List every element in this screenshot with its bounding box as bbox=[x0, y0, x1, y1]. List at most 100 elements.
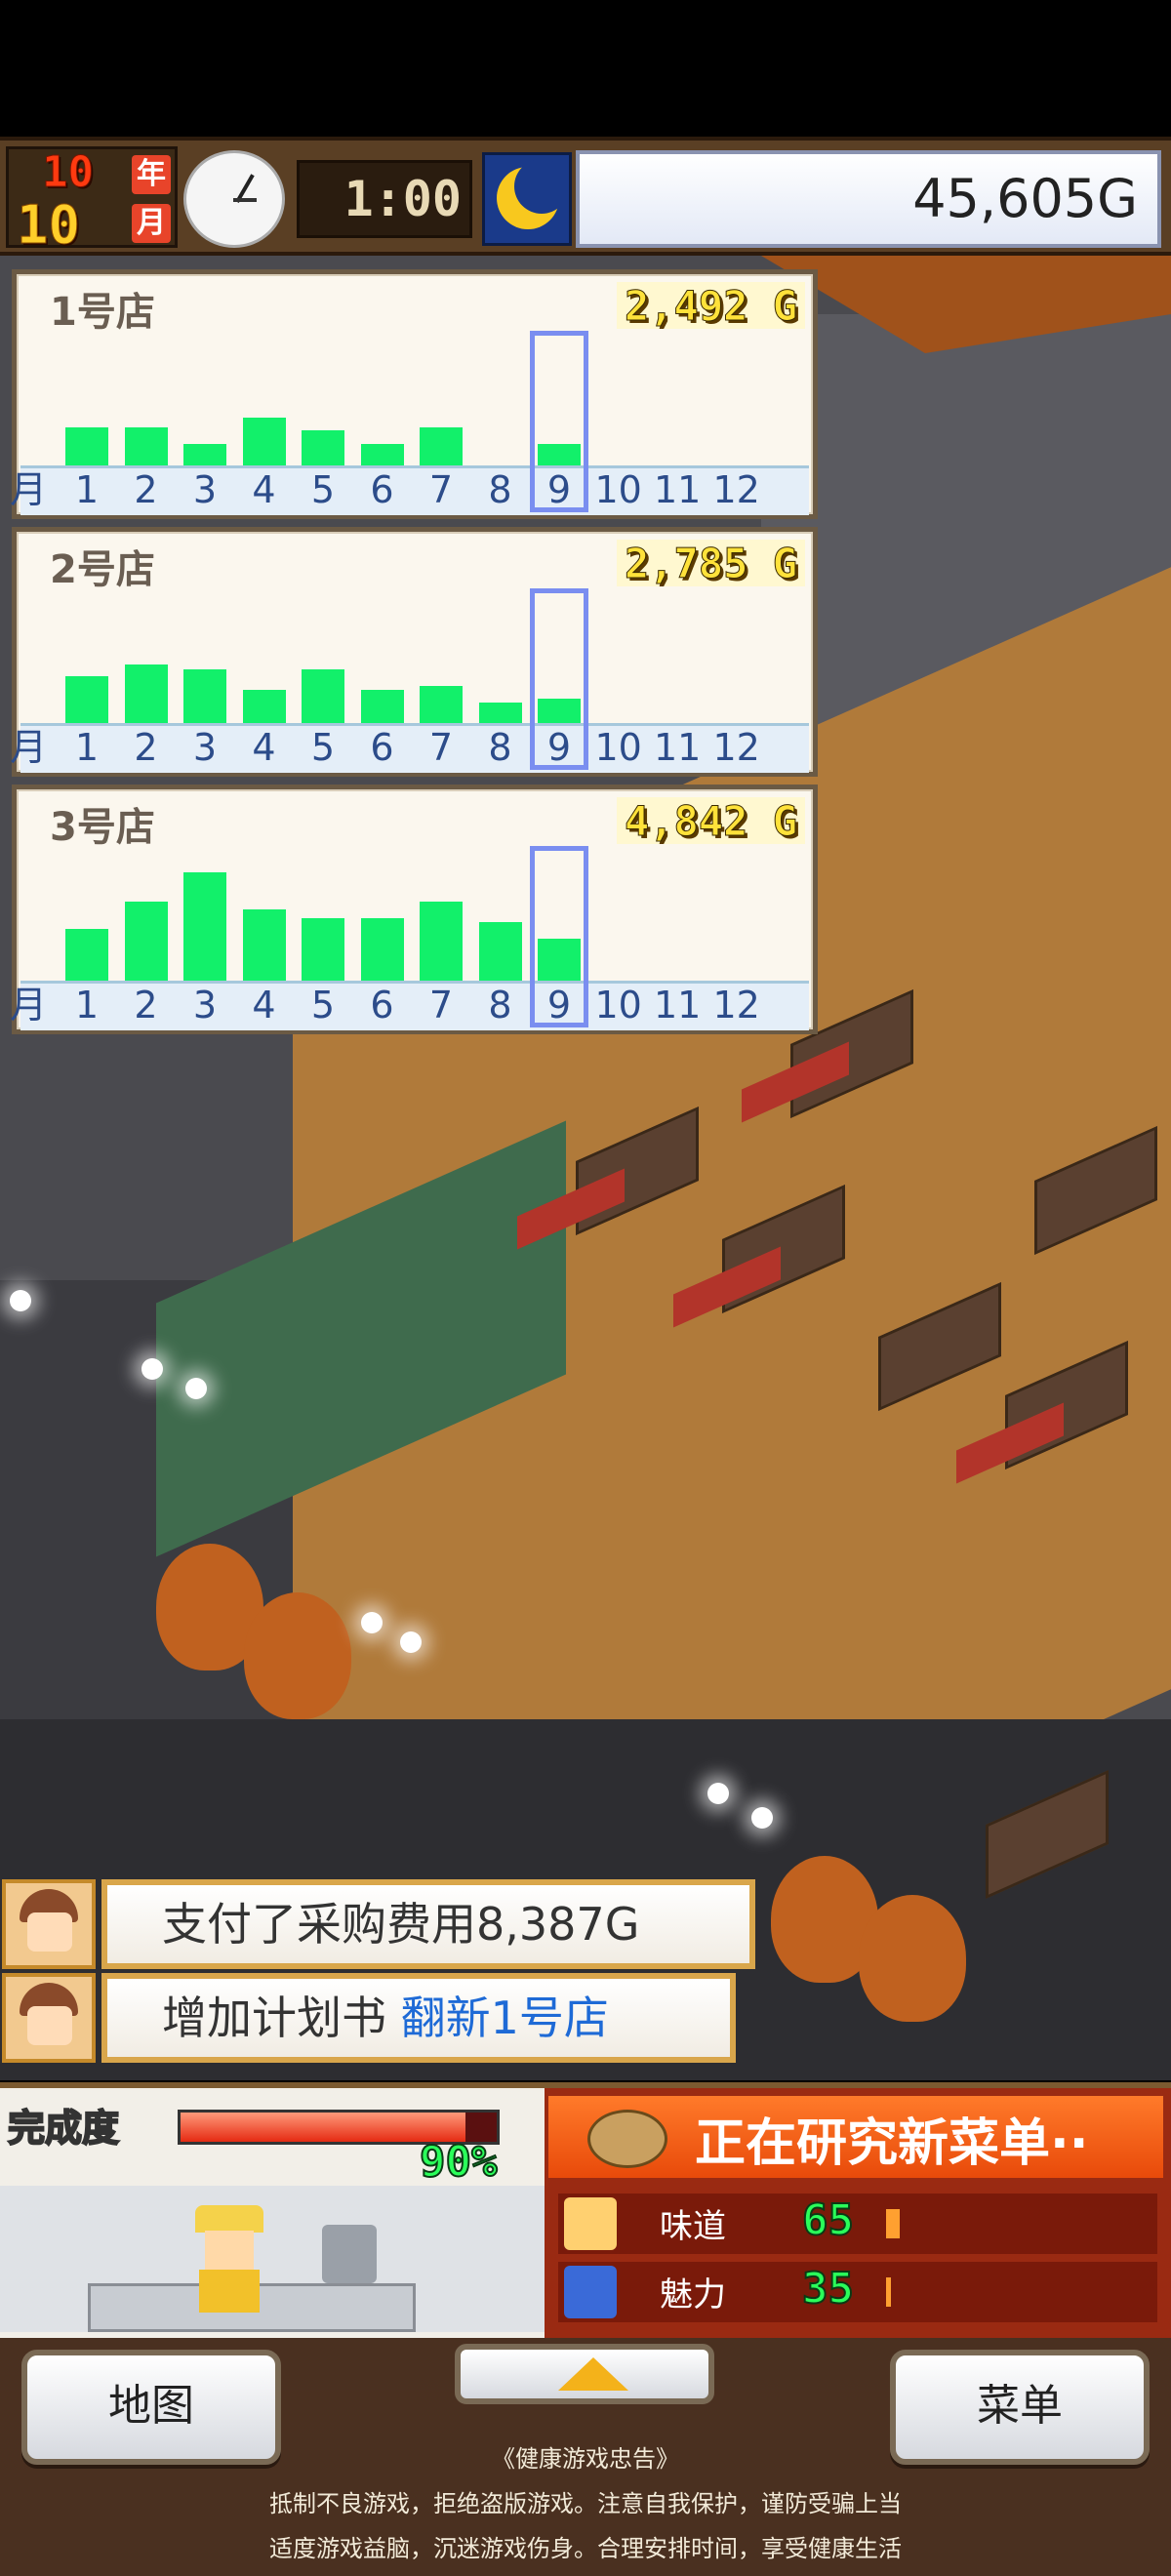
month-tick-label: 3 bbox=[192, 984, 218, 1026]
month-tick-label: 12 bbox=[712, 984, 760, 1026]
month-tick-label: 1 bbox=[74, 726, 100, 769]
research-title: 正在研究新菜单·· bbox=[695, 2114, 1089, 2173]
sales-bar bbox=[242, 418, 286, 465]
month-tick-label: 7 bbox=[428, 984, 454, 1026]
sales-bar bbox=[302, 917, 344, 981]
notification-highlight: 翻新1号店 bbox=[400, 1992, 609, 2044]
sales-bar bbox=[124, 426, 168, 465]
stat-value: 35 bbox=[801, 2263, 855, 2314]
clock-icon bbox=[183, 150, 285, 248]
month-tick-label: 2 bbox=[134, 468, 158, 511]
month-tick-label: 11 bbox=[654, 726, 702, 769]
month-tick-label: 2 bbox=[134, 726, 158, 769]
expand-button[interactable] bbox=[455, 2344, 714, 2404]
month-tick-label: 8 bbox=[488, 468, 512, 511]
month-tick-label: 3 bbox=[192, 726, 218, 769]
notification-purchase[interactable]: 支付了采购费用8,387G bbox=[0, 1879, 761, 1969]
sales-bar bbox=[478, 703, 522, 723]
health-notice-line1: 抵制不良游戏，拒绝盗版游戏。注意自我保护，谨防受骗上当 bbox=[269, 2490, 902, 2517]
store-name: 1号店 bbox=[50, 290, 155, 335]
kitchen-scene bbox=[0, 2186, 545, 2332]
month-tick-label: 3 bbox=[192, 468, 218, 511]
date-display: 10 年 10 月 bbox=[6, 146, 178, 257]
stat-label: 味道 bbox=[660, 2207, 726, 2246]
status-bar: 10 年 10 月 1:00 45,605G bbox=[0, 137, 1171, 257]
month-tick-label: 12 bbox=[712, 726, 760, 769]
month-tick-label: 2 bbox=[134, 984, 158, 1026]
sales-bar bbox=[420, 901, 463, 981]
month-tick-label: 11 bbox=[654, 984, 702, 1026]
research-panel[interactable]: 正在研究新菜单·· 味道 65 魅力 35 bbox=[545, 2082, 1171, 2338]
health-notice-line2: 适度游戏益脑，沉迷游戏伤身。合理安排时间，享受健康生活 bbox=[269, 2535, 902, 2562]
store-panel-2[interactable]: 月 1 2 3 4 5 6 7 8 9 10 11 12 2号店 2,785 G bbox=[10, 527, 818, 777]
month-tick-label: 5 bbox=[310, 726, 336, 769]
store-name: 3号店 bbox=[50, 805, 155, 850]
month-tick-label: 11 bbox=[654, 468, 702, 511]
research-header: 正在研究新菜单·· bbox=[548, 2096, 1163, 2178]
stat-value: 65 bbox=[801, 2194, 855, 2246]
notification-text: 增加计划书 bbox=[162, 1992, 401, 2044]
month-tick-label: 8 bbox=[488, 726, 512, 769]
sales-bar bbox=[65, 928, 108, 981]
sales-bar bbox=[478, 921, 522, 981]
month-tick-label: 4 bbox=[252, 468, 276, 511]
up-arrow-icon bbox=[558, 2357, 628, 2391]
dish-icon bbox=[587, 2110, 667, 2168]
sales-bar bbox=[242, 690, 286, 723]
month-tick-label: 6 bbox=[370, 726, 394, 769]
selected-month-frame bbox=[530, 846, 588, 1027]
progress-percent: 90% bbox=[419, 2136, 498, 2188]
notification-plan[interactable]: 增加计划书 翻新1号店 bbox=[0, 1973, 742, 2063]
month-tick-label: 5 bbox=[310, 468, 336, 511]
stat-label: 魅力 bbox=[660, 2275, 726, 2314]
month-tick-label: 12 bbox=[712, 468, 760, 511]
selected-month-frame bbox=[530, 331, 588, 512]
sales-bar bbox=[242, 909, 286, 981]
store-total: 2,492 G bbox=[616, 282, 805, 331]
secretary-avatar bbox=[2, 1973, 96, 2063]
month-tick-label: 10 bbox=[594, 984, 642, 1026]
bottom-bar: 地图 菜单 《健康游戏忠告》 抵制不良游戏，拒绝盗版游戏。注意自我保护，谨防受骗… bbox=[0, 2338, 1171, 2576]
sales-bar bbox=[302, 429, 344, 465]
month-tick-label: 4 bbox=[252, 726, 276, 769]
month-axis-label: 月 bbox=[9, 468, 47, 511]
month-tick-label: 6 bbox=[370, 468, 394, 511]
sales-bar bbox=[360, 690, 404, 723]
month-number: 10 bbox=[16, 194, 81, 257]
sales-bar bbox=[360, 917, 404, 981]
stat-charm: 魅力 35 bbox=[558, 2262, 1157, 2322]
sales-bar bbox=[183, 872, 226, 981]
progress-label: 完成度 bbox=[7, 2106, 120, 2151]
sales-bar bbox=[183, 443, 226, 465]
sales-bar bbox=[360, 443, 404, 465]
month-tick-label: 7 bbox=[428, 726, 454, 769]
store-total: 2,785 G bbox=[616, 540, 805, 588]
charm-icon bbox=[564, 2266, 617, 2318]
money-display: 45,605G bbox=[576, 150, 1161, 248]
health-notice-title: 《健康游戏忠告》 bbox=[492, 2445, 679, 2473]
month-tick-label: 10 bbox=[594, 468, 642, 511]
month-tick-label: 5 bbox=[310, 984, 336, 1026]
month-tick-label: 6 bbox=[370, 984, 394, 1026]
month-tick-label: 8 bbox=[488, 984, 512, 1026]
sales-bar bbox=[65, 676, 108, 723]
month-unit: 月 bbox=[132, 204, 171, 243]
sales-bar bbox=[302, 669, 344, 723]
sales-bar bbox=[420, 426, 463, 465]
store-name: 2号店 bbox=[50, 547, 155, 592]
chef-icon bbox=[195, 2205, 263, 2313]
sales-bar bbox=[65, 426, 108, 465]
store-panel-1[interactable]: 月 1 2 3 4 5 6 7 8 9 10 11 12 1号店 2,492 G bbox=[10, 269, 818, 519]
selected-month-frame bbox=[530, 588, 588, 770]
store-panel-3[interactable]: 月 1 2 3 4 5 6 7 8 9 10 11 12 3号店 4,842 G bbox=[10, 785, 818, 1034]
time-display: 1:00 bbox=[297, 160, 472, 238]
sales-bar bbox=[183, 669, 226, 723]
month-axis-label: 月 bbox=[9, 726, 47, 769]
sales-bar bbox=[124, 901, 168, 981]
sales-bar bbox=[420, 686, 463, 723]
month-tick-label: 4 bbox=[252, 984, 276, 1026]
stat-taste: 味道 65 bbox=[558, 2194, 1157, 2254]
sales-bar bbox=[124, 664, 168, 723]
month-axis-label: 月 bbox=[9, 984, 47, 1026]
secretary-avatar bbox=[2, 1879, 96, 1969]
